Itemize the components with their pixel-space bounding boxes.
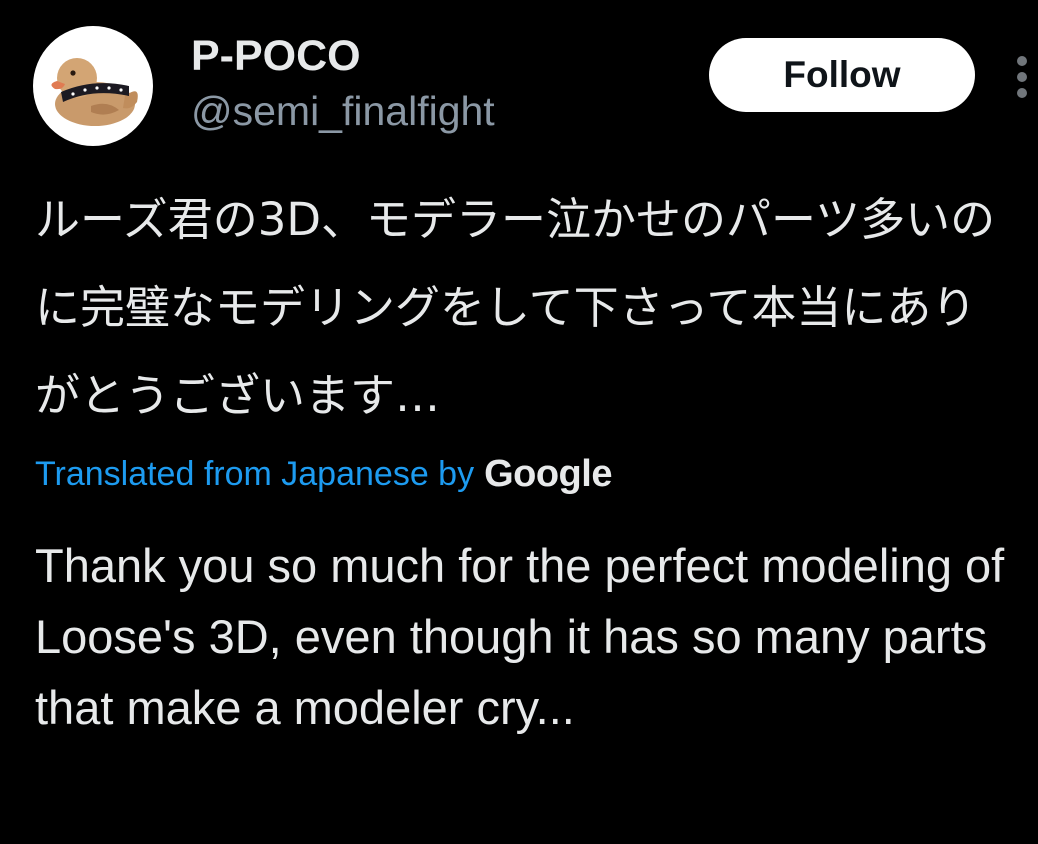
author-avatar[interactable] xyxy=(33,26,153,146)
author-display-name[interactable]: P-POCO xyxy=(191,30,361,82)
translated-from-link[interactable]: Translated from Japanese by xyxy=(35,455,474,494)
translation-attribution: Translated from Japanese by Google xyxy=(35,448,612,500)
duck-avatar-icon xyxy=(51,58,138,126)
original-post-text: ルーズ君の3D、モデラー泣かせのパーツ多いのに完璧なモデリングをして下さって本当… xyxy=(35,193,996,422)
more-vertical-icon xyxy=(1017,56,1027,66)
author-handle[interactable]: @semi_finalfight xyxy=(191,86,495,136)
more-options-button[interactable] xyxy=(1008,50,1038,104)
google-logo: Google xyxy=(484,452,612,495)
more-vertical-icon xyxy=(1017,72,1027,82)
tweet-card: P-POCO @semi_finalfight Follow ルーズ君の3D、モ… xyxy=(0,0,1038,844)
follow-button[interactable]: Follow xyxy=(709,38,975,112)
more-vertical-icon xyxy=(1017,88,1027,98)
translated-post-text: Thank you so much for the perfect modeli… xyxy=(35,539,1005,734)
